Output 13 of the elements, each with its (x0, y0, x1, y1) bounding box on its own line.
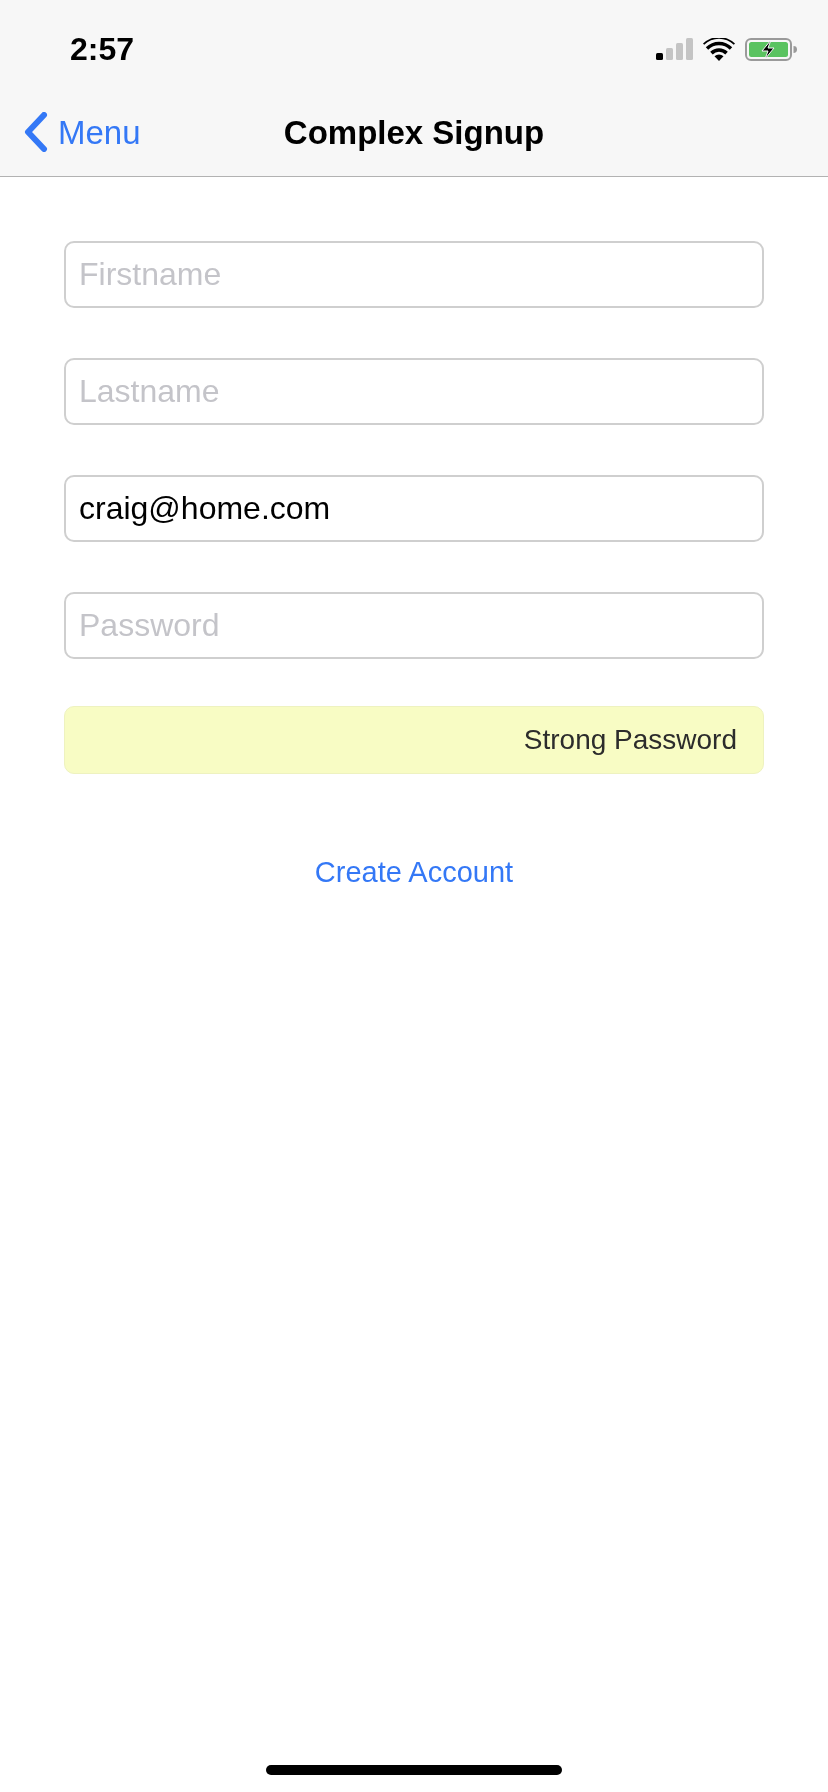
input-field[interactable]: Firstname (64, 241, 764, 308)
screen-title: Complex Signup (283, 115, 545, 149)
create-account-button[interactable]: Create Account (310, 854, 518, 891)
input-field[interactable]: Password (64, 592, 764, 659)
input-field[interactable]: Lastname (64, 358, 764, 425)
wifi-icon (703, 37, 735, 61)
input-field[interactable]: craig@home.com (64, 475, 764, 542)
back-button[interactable]: Menu (0, 112, 141, 152)
signal-icon (656, 38, 693, 60)
charging-battery-icon (745, 37, 797, 61)
password-strength-bar: Strong Password (64, 706, 764, 774)
chevron-left-icon (24, 112, 48, 152)
status-time: 2:57 (70, 33, 135, 65)
